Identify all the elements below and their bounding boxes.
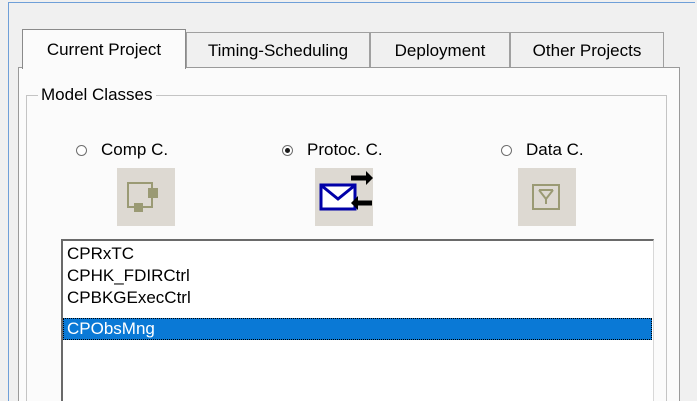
- tab-label: Current Project: [46, 39, 162, 59]
- list-item[interactable]: CPBKGExecCtrl: [63, 287, 652, 309]
- tab-timing-scheduling[interactable]: Timing-Scheduling: [186, 32, 370, 68]
- tab-other-projects[interactable]: Other Projects: [510, 32, 664, 68]
- component-class-button[interactable]: [117, 168, 175, 226]
- radio-label: Comp C.: [101, 140, 169, 159]
- radio-comp-class[interactable]: Comp C.: [76, 139, 168, 161]
- protocol-class-icon: [319, 171, 373, 211]
- component-class-icon: [127, 182, 158, 212]
- radio-data-class[interactable]: Data C.: [501, 139, 584, 161]
- radio-label: Data C.: [526, 140, 584, 159]
- tab-label: Other Projects: [532, 40, 642, 60]
- list-item[interactable]: CPRxTC: [63, 243, 652, 265]
- radio-button[interactable]: [501, 144, 512, 156]
- radio-label: Protoc. C.: [307, 140, 383, 159]
- radio-protocol-class[interactable]: Protoc. C.: [282, 139, 383, 161]
- data-class-icon: [532, 184, 560, 210]
- tab-deployment[interactable]: Deployment: [370, 32, 510, 68]
- model-classes-label: Model Classes: [38, 84, 156, 106]
- model-class-listbox[interactable]: CPRxTC CPHK_FDIRCtrl CPBKGExecCtrl CPObs…: [61, 239, 654, 401]
- list-item-selected[interactable]: CPObsMng: [63, 318, 652, 340]
- tab-label: Timing-Scheduling: [207, 40, 349, 60]
- protocol-class-button[interactable]: [315, 168, 373, 226]
- list-item[interactable]: CPHK_FDIRCtrl: [63, 265, 652, 287]
- tab-current-project[interactable]: Current Project: [22, 29, 186, 69]
- tab-label: Deployment: [394, 40, 486, 60]
- radio-button[interactable]: [76, 144, 87, 156]
- radio-button[interactable]: [282, 144, 293, 156]
- data-class-button[interactable]: [518, 168, 576, 226]
